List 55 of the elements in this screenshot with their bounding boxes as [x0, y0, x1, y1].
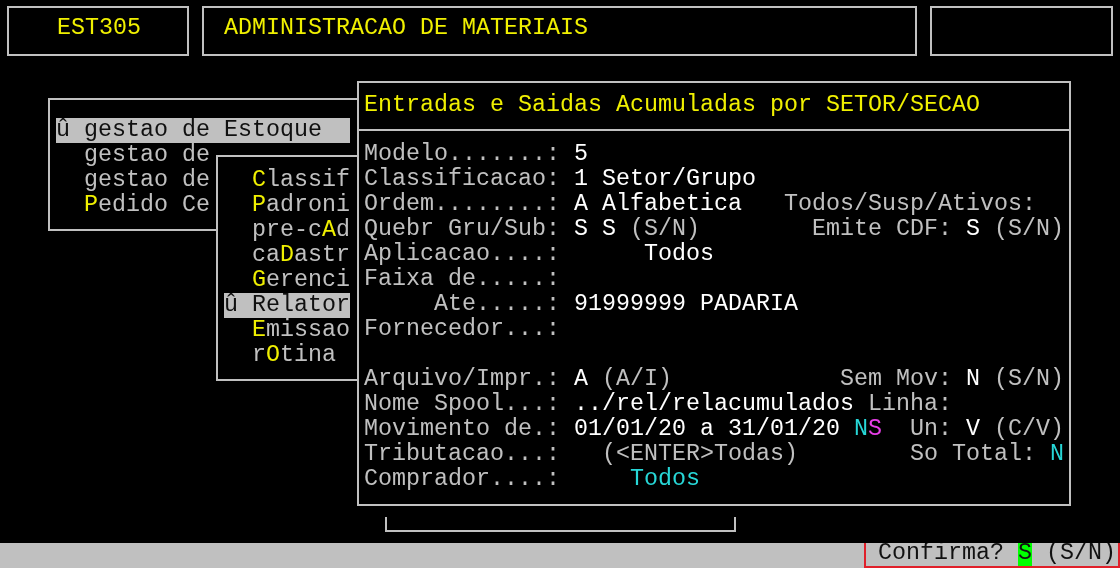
field-label: Ate.....:: [434, 292, 560, 317]
flag-value[interactable]: NS: [854, 417, 882, 442]
menu-item[interactable]: û Relator: [224, 293, 350, 318]
menu-item[interactable]: pre-cAd: [224, 218, 350, 243]
option-hint: (S/N): [994, 367, 1064, 392]
field-label: Fornecedor...:: [364, 317, 560, 342]
program-code: EST305: [57, 16, 141, 41]
field-value[interactable]: N: [966, 367, 980, 392]
field-label: Aplicacao....:: [364, 242, 560, 267]
field-value[interactable]: S S: [574, 217, 616, 242]
menu-item[interactable]: Gerenci: [224, 268, 350, 293]
field-label: Modelo.......:: [364, 142, 560, 167]
field-label: Linha:: [868, 392, 952, 417]
field-label: Emite CDF:: [812, 217, 952, 242]
field-label: Un:: [910, 417, 952, 442]
field-value[interactable]: N: [1050, 442, 1064, 467]
field-label: Arquivo/Impr.:: [364, 367, 560, 392]
field-label: Tributacao...:: [364, 442, 560, 467]
field-label: Movimento de.:: [364, 417, 560, 442]
field-label: Nome Spool...:: [364, 392, 560, 417]
option-hint: (S/N): [1046, 543, 1116, 566]
menu-item[interactable]: û gestao de Estoque: [56, 118, 350, 143]
field-label: Comprador....:: [364, 467, 560, 492]
field-value[interactable]: ../rel/relacumulados: [574, 392, 854, 417]
menu-item[interactable]: Classif: [224, 168, 350, 193]
field-label: Faixa de.....:: [364, 267, 560, 292]
option-hint: (S/N): [630, 217, 700, 242]
system-title: ADMINISTRACAO DE MATERIAIS: [224, 16, 588, 41]
field-value[interactable]: V: [966, 417, 980, 442]
field-value[interactable]: A: [574, 367, 588, 392]
option-hint: (S/N): [994, 217, 1064, 242]
field-value[interactable]: A Alfabetica: [574, 192, 742, 217]
field-value[interactable]: 1 Setor/Grupo: [574, 167, 756, 192]
field-value[interactable]: Todos: [644, 242, 714, 267]
field-label: Ordem........:: [364, 192, 560, 217]
menu-item[interactable]: Emissao: [224, 318, 350, 343]
answer-field[interactable]: S: [1018, 543, 1032, 566]
menu-item[interactable]: Padroni: [224, 193, 350, 218]
menu-item[interactable]: caDastr: [224, 243, 350, 268]
option-hint: (C/V): [994, 417, 1064, 442]
field-label: So Total:: [910, 442, 1036, 467]
field-label: Sem Mov:: [840, 367, 952, 392]
field-label: Quebr Gru/Sub:: [364, 217, 560, 242]
field-value[interactable]: S: [966, 217, 980, 242]
field-value[interactable]: 01/01/20 a 31/01/20: [574, 417, 840, 442]
field-value[interactable]: 5: [574, 142, 588, 167]
prompt-label: Confirma?: [878, 543, 1004, 566]
option-hint: (A/I): [602, 367, 672, 392]
field-label: Classificacao:: [364, 167, 560, 192]
field-value[interactable]: 91999999 PADARIA: [574, 292, 798, 317]
menu-item[interactable]: rOtina: [224, 343, 350, 368]
option-hint: (<ENTER>Todas): [602, 442, 798, 467]
dialog-title: Entradas e Saidas Acumuladas por SETOR/SECAO: [364, 93, 981, 118]
field-label: Todos/Susp/Ativos:: [784, 192, 1036, 217]
field-value[interactable]: Todos: [630, 467, 700, 492]
